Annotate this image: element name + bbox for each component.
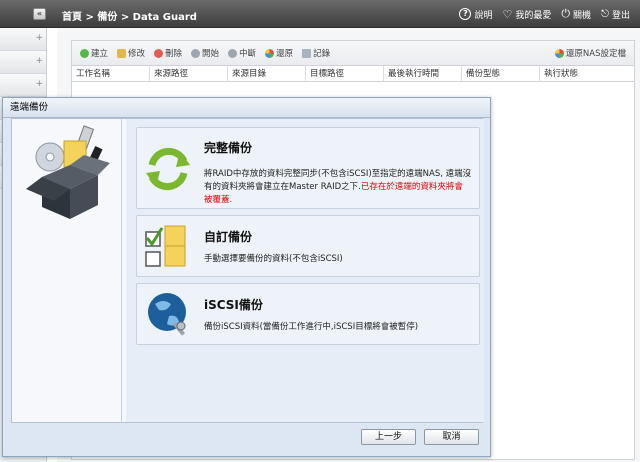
expand-icon: + xyxy=(35,79,43,89)
column-header[interactable]: 工作名稱 xyxy=(72,66,150,81)
custom-folders-icon xyxy=(145,225,186,267)
custom-backup-option[interactable]: 自訂備份 手動選擇要備份的資料(不包含iSCSI) xyxy=(136,215,480,277)
help-link[interactable]: ? 說明 xyxy=(459,7,492,21)
stop-button[interactable]: 中斷 xyxy=(228,47,256,59)
delete-button[interactable]: 刪除 xyxy=(154,47,182,59)
backup-options: 完整備份 將RAID中存放的資料完整同步(不包含iSCSI)至指定的遠端NAS,… xyxy=(126,119,484,422)
favorite-link[interactable]: ♡ 我的最愛 xyxy=(502,7,551,21)
favorite-icon: ♡ xyxy=(502,7,513,21)
dialog-title: 遠端備份 xyxy=(3,98,490,118)
logout-icon: ⎋ xyxy=(601,8,609,20)
expand-icon: + xyxy=(35,33,43,43)
iscsi-backup-option[interactable]: iSCSI備份 備份iSCSI資料(當備份工作進行中,iSCSI目標將會被暫停) xyxy=(136,283,480,345)
help-icon: ? xyxy=(459,8,472,20)
cancel-button[interactable]: 取消 xyxy=(424,429,479,445)
top-header: « 首頁 > 備份 > Data Guard ? 說明 ♡ 我的最愛 ⏻ 關機 … xyxy=(0,0,640,28)
backup-box-icon xyxy=(26,125,110,219)
breadcrumb: 首頁 > 備份 > Data Guard xyxy=(62,12,197,23)
column-header[interactable]: 最後執行時間 xyxy=(384,66,462,81)
globe-icon xyxy=(148,293,186,336)
previous-button[interactable]: 上一步 xyxy=(361,429,416,445)
sidebar-item[interactable]: + xyxy=(0,28,46,51)
table-header: 工作名稱 來源路徑 來源目錄 目標路徑 最後執行時間 備份型態 執行狀態 xyxy=(72,66,634,82)
edit-button[interactable]: 修改 xyxy=(117,47,145,59)
header-links: ? 說明 ♡ 我的最愛 ⏻ 關機 ⎋ 登出 xyxy=(459,7,630,21)
iscsi-backup-description: 備份iSCSI資料(當備份工作進行中,iSCSI目標將會被暫停) xyxy=(204,322,419,332)
stop-icon xyxy=(228,48,238,58)
start-icon xyxy=(191,48,201,58)
restore-icon xyxy=(265,48,275,58)
full-backup-option[interactable]: 完整備份 將RAID中存放的資料完整同步(不包含iSCSI)至指定的遠端NAS,… xyxy=(136,127,480,209)
column-header[interactable]: 備份型態 xyxy=(462,66,540,81)
column-header[interactable]: 來源目錄 xyxy=(228,66,306,81)
dialog-body: 完整備份 將RAID中存放的資料完整同步(不包含iSCSI)至指定的遠端NAS,… xyxy=(11,118,484,423)
delete-icon xyxy=(154,48,164,58)
remote-backup-dialog: 遠端備份 完整備份 將RAID中存放的資料完整同步(不包含iSCSI)至指定的遠… xyxy=(2,97,491,457)
sidebar-item[interactable]: + xyxy=(0,51,46,74)
custom-backup-description: 手動選擇要備份的資料(不包含iSCSI) xyxy=(204,254,343,264)
restore-nas-config-button[interactable]: 還原NAS設定檔 xyxy=(554,47,626,59)
power-icon: ⏻ xyxy=(561,7,571,20)
full-backup-description: 將RAID中存放的資料完整同步(不包含iSCSI)至指定的遠端NAS, 遠端沒 … xyxy=(204,168,479,207)
overwrite-warning-continued: 被覆蓋. xyxy=(204,195,233,205)
column-header[interactable]: 執行狀態 xyxy=(540,66,618,81)
log-button[interactable]: 記錄 xyxy=(302,47,330,59)
overwrite-warning: 已存在於遠端的資料夾將會 xyxy=(360,182,463,192)
toolbar: 建立 修改 刪除 開始 中斷 還原 記錄 還原NAS設定檔 xyxy=(72,41,634,66)
edit-icon xyxy=(117,48,127,58)
logout-link[interactable]: ⎋ 登出 xyxy=(601,7,630,21)
column-header[interactable]: 目標路徑 xyxy=(306,66,384,81)
expand-icon: + xyxy=(35,56,43,66)
column-header[interactable]: 來源路徑 xyxy=(150,66,228,81)
shutdown-link[interactable]: ⏻ 關機 xyxy=(561,7,591,21)
collapse-sidebar-button[interactable]: « xyxy=(33,8,46,20)
create-button[interactable]: 建立 xyxy=(80,47,108,59)
add-icon xyxy=(80,48,89,58)
log-icon xyxy=(302,48,312,58)
sync-icon xyxy=(146,147,190,191)
full-backup-title: 完整備份 xyxy=(204,141,253,155)
sidebar-item[interactable]: + xyxy=(0,74,46,97)
backup-box-illustration xyxy=(12,119,122,422)
iscsi-backup-title: iSCSI備份 xyxy=(204,298,263,312)
start-button[interactable]: 開始 xyxy=(191,47,219,59)
restore-button[interactable]: 還原 xyxy=(265,47,293,59)
restore-config-icon xyxy=(554,48,564,58)
custom-backup-title: 自訂備份 xyxy=(204,230,253,244)
